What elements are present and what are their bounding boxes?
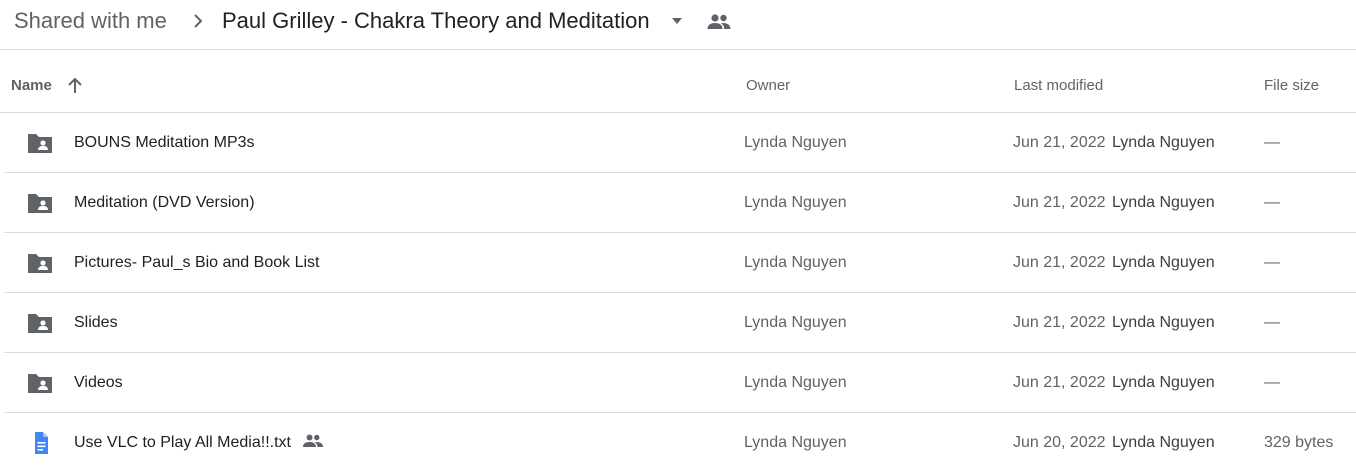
- shared-folder-icon: [28, 134, 52, 153]
- file-owner: Lynda Nguyen: [744, 134, 847, 151]
- column-header-name[interactable]: Name: [11, 76, 52, 96]
- chevron-right-icon: [194, 14, 203, 28]
- file-modified-date: Jun 21, 2022: [1013, 254, 1106, 271]
- file-modified-date: Jun 21, 2022: [1013, 134, 1106, 151]
- arrow-up-icon[interactable]: [66, 77, 84, 95]
- shared-folder-icon: [28, 314, 52, 333]
- file-name[interactable]: Meditation (DVD Version): [74, 193, 255, 213]
- file-size: —: [1264, 194, 1280, 211]
- file-owner: Lynda Nguyen: [744, 314, 847, 331]
- breadcrumb-bar: Shared with me Paul Grilley - Chakra The…: [0, 0, 1356, 50]
- column-header-owner[interactable]: Owner: [746, 76, 790, 96]
- arrow-drop-down-icon[interactable]: [670, 14, 684, 28]
- file-row[interactable]: Meditation (DVD Version) Lynda Nguyen Ju…: [4, 173, 1356, 233]
- file-name[interactable]: Pictures- Paul_s Bio and Book List: [74, 253, 319, 273]
- file-row[interactable]: BOUNS Meditation MP3s Lynda Nguyen Jun 2…: [4, 113, 1356, 173]
- file-size: —: [1264, 254, 1280, 271]
- document-icon: [35, 432, 48, 454]
- people-icon: [303, 434, 323, 447]
- file-modified-by: Lynda Nguyen: [1112, 434, 1215, 451]
- file-name[interactable]: Use VLC to Play All Media!!.txt: [74, 433, 291, 453]
- file-row[interactable]: Videos Lynda Nguyen Jun 21, 2022 Lynda N…: [4, 353, 1356, 413]
- breadcrumb-current-folder[interactable]: Paul Grilley - Chakra Theory and Meditat…: [222, 7, 650, 35]
- column-header-last-modified[interactable]: Last modified: [1014, 76, 1103, 96]
- file-owner: Lynda Nguyen: [744, 254, 847, 271]
- file-modified-by: Lynda Nguyen: [1112, 374, 1215, 391]
- column-header-file-size[interactable]: File size: [1264, 76, 1319, 96]
- shared-folder-icon: [28, 254, 52, 273]
- breadcrumb-shared-with-me[interactable]: Shared with me: [14, 7, 167, 35]
- file-name[interactable]: BOUNS Meditation MP3s: [74, 133, 255, 153]
- file-row[interactable]: Use VLC to Play All Media!!.txt Lynda Ng…: [4, 413, 1356, 473]
- shared-folder-icon: [28, 194, 52, 213]
- file-owner: Lynda Nguyen: [744, 194, 847, 211]
- file-list: BOUNS Meditation MP3s Lynda Nguyen Jun 2…: [0, 113, 1356, 473]
- file-owner: Lynda Nguyen: [744, 434, 847, 451]
- file-name[interactable]: Slides: [74, 313, 118, 333]
- file-modified-by: Lynda Nguyen: [1112, 254, 1215, 271]
- file-modified-date: Jun 21, 2022: [1013, 314, 1106, 331]
- file-modified-by: Lynda Nguyen: [1112, 134, 1215, 151]
- file-name[interactable]: Videos: [74, 373, 123, 393]
- people-icon[interactable]: [706, 12, 732, 32]
- file-modified-date: Jun 21, 2022: [1013, 194, 1106, 211]
- file-size: —: [1264, 314, 1280, 331]
- file-row[interactable]: Pictures- Paul_s Bio and Book List Lynda…: [4, 233, 1356, 293]
- file-modified-by: Lynda Nguyen: [1112, 194, 1215, 211]
- file-owner: Lynda Nguyen: [744, 374, 847, 391]
- file-modified-by: Lynda Nguyen: [1112, 314, 1215, 331]
- shared-folder-icon: [28, 374, 52, 393]
- file-modified-date: Jun 20, 2022: [1013, 434, 1106, 451]
- file-modified-date: Jun 21, 2022: [1013, 374, 1106, 391]
- file-size: 329 bytes: [1264, 434, 1334, 451]
- file-size: —: [1264, 374, 1280, 391]
- column-header-row: Name Owner Last modified File size: [0, 51, 1356, 113]
- file-row[interactable]: Slides Lynda Nguyen Jun 21, 2022 Lynda N…: [4, 293, 1356, 353]
- file-size: —: [1264, 134, 1280, 151]
